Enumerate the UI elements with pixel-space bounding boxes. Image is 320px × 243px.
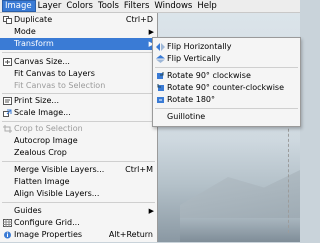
submenu-item-rotate-ccw[interactable]: Rotate 90° counter-clockwise	[153, 82, 300, 94]
submenu-separator	[155, 67, 298, 68]
menu-help[interactable]: Help	[195, 0, 219, 12]
canvas-size-icon	[3, 58, 12, 66]
menu-item-mode[interactable]: Mode ▶	[0, 26, 157, 38]
menu-separator	[2, 93, 155, 94]
water-shape	[180, 218, 300, 242]
menu-image[interactable]: Image	[2, 0, 36, 12]
duplicate-icon	[3, 16, 12, 24]
submenu-item-guillotine[interactable]: Guillotine	[153, 111, 300, 123]
menu-item-guides[interactable]: Guides ▶	[0, 205, 157, 217]
menu-item-duplicate[interactable]: Duplicate Ctrl+D	[0, 14, 157, 26]
menu-colors[interactable]: Colors	[64, 0, 96, 12]
submenu-item-rotate-180[interactable]: Rotate 180°	[153, 94, 300, 106]
menu-layer[interactable]: Layer	[36, 0, 65, 12]
menu-item-fit-canvas-selection[interactable]: Fit Canvas to Selection	[0, 80, 157, 92]
crop-icon	[3, 125, 12, 133]
menu-separator	[2, 121, 155, 122]
menu-item-fit-canvas-layers[interactable]: Fit Canvas to Layers	[0, 68, 157, 80]
info-icon	[3, 231, 12, 239]
menu-separator	[2, 52, 155, 53]
menu-item-autocrop[interactable]: Autocrop Image	[0, 135, 157, 147]
submenu-separator	[155, 108, 298, 109]
menu-item-transform[interactable]: Transform ▶	[0, 38, 157, 50]
flip-horizontal-icon	[156, 43, 165, 51]
menu-windows[interactable]: Windows	[152, 0, 195, 12]
menu-tools[interactable]: Tools	[96, 0, 122, 12]
submenu-item-flip-horizontal[interactable]: Flip Horizontally	[153, 41, 300, 53]
rotate-ccw-icon	[156, 84, 165, 92]
transform-submenu: Flip Horizontally Flip Vertically Rotate…	[152, 37, 301, 127]
menu-item-flatten[interactable]: Flatten Image	[0, 176, 157, 188]
menu-separator	[2, 161, 155, 162]
menu-filters[interactable]: Filters	[122, 0, 152, 12]
print-size-icon	[3, 97, 12, 105]
flip-vertical-icon	[156, 55, 165, 63]
image-menu: Duplicate Ctrl+D Mode ▶ Transform ▶ Canv…	[0, 13, 158, 242]
submenu-arrow-icon: ▶	[148, 207, 154, 215]
rotate-cw-icon	[156, 72, 165, 80]
menu-item-align-visible[interactable]: Align Visible Layers...	[0, 188, 157, 200]
menu-item-configure-grid[interactable]: Configure Grid...	[0, 217, 157, 229]
menu-item-merge-visible[interactable]: Merge Visible Layers... Ctrl+M	[0, 164, 157, 176]
menu-item-zealous-crop[interactable]: Zealous Crop	[0, 147, 157, 159]
submenu-item-flip-vertical[interactable]: Flip Vertically	[153, 53, 300, 65]
menu-item-crop-selection[interactable]: Crop to Selection	[0, 123, 157, 135]
rotate-180-icon	[156, 96, 165, 104]
menu-item-canvas-size[interactable]: Canvas Size...	[0, 56, 157, 68]
menu-separator	[2, 202, 155, 203]
grid-icon	[3, 219, 12, 227]
menu-item-image-properties[interactable]: Image Properties Alt+Return	[0, 229, 157, 241]
menu-item-scale-image[interactable]: Scale Image...	[0, 107, 157, 119]
submenu-item-rotate-cw[interactable]: Rotate 90° clockwise	[153, 70, 300, 82]
menu-item-print-size[interactable]: Print Size...	[0, 95, 157, 107]
menubar: Image Layer Colors Tools Filters Windows…	[0, 0, 300, 13]
scale-image-icon	[3, 109, 12, 117]
